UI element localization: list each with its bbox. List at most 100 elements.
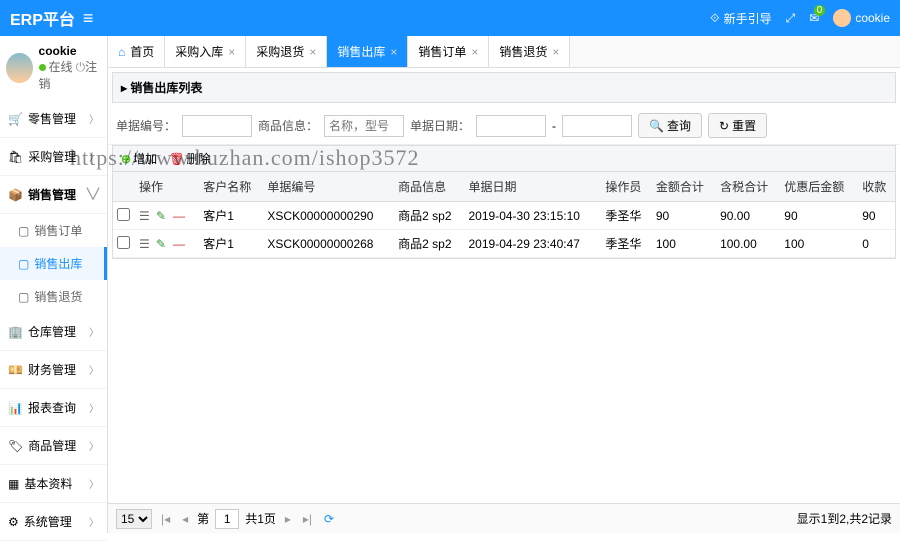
topbar: ERP平台 ≡ ⟐ 新手引导 ⤢ ✉0 cookie [0,0,900,36]
add-button[interactable]: ⊕增加 [121,150,157,167]
delete-button[interactable]: 🗑删除 [169,150,210,167]
column-header: 含税合计 [716,172,780,202]
doc-icon: ▢ [18,224,29,238]
tab[interactable]: 销售退货× [489,36,570,67]
column-header: 客户名称 [199,172,263,202]
pager: 15 |◂ ◂ 第 共1页 ▸ ▸| ⟳ 显示1到2,共2记录 [108,503,900,533]
number-input[interactable] [182,115,252,137]
page-input[interactable] [215,509,239,529]
column-header: 收款 [858,172,895,202]
tab[interactable]: 销售订单× [408,36,489,67]
page-size-select[interactable]: 15 [116,509,152,529]
column-header: 单据日期 [465,172,602,202]
close-icon[interactable]: × [390,45,397,59]
nav-item[interactable]: ⚙系统管理〉 [0,503,107,541]
close-icon[interactable]: × [552,45,559,59]
nav-item[interactable]: 🏷商品管理〉 [0,427,107,465]
delete-row-icon[interactable]: — [173,237,187,251]
row-checkbox[interactable] [117,208,130,221]
nav-icon: ▦ [8,477,19,491]
query-button[interactable]: 🔍 查询 [638,113,702,138]
nav-item[interactable]: 🛒零售管理〉 [0,100,107,138]
sidebar: cookie 在线 ⏻注销 🛒零售管理〉🛍采购管理〉📦销售管理╲╱▢销售订单▢销… [0,36,108,533]
nav-icon: 🛍 [8,150,23,164]
trash-icon: 🗑 [169,152,184,166]
date-to-input[interactable] [562,115,632,137]
close-icon[interactable]: × [309,45,316,59]
menu-toggle-icon[interactable]: ≡ [83,8,94,29]
column-header: 优惠后金额 [780,172,858,202]
msg-badge: 0 [814,5,826,16]
column-header: 金额合计 [652,172,716,202]
brand: ERP平台 [10,6,75,30]
chevron-icon: 〉 [89,111,99,126]
tab[interactable]: 采购入库× [165,36,246,67]
close-icon[interactable]: × [471,45,478,59]
guide-label: 新手引导 [724,10,772,27]
panel-title: ▸ 销售出库列表 [112,72,896,103]
fullscreen-icon[interactable]: ⤢ [786,11,796,26]
doc-icon: ▢ [18,257,29,271]
tab-bar: ⌂首页采购入库×采购退货×销售出库×销售订单×销售退货× [108,36,900,68]
messages-icon[interactable]: ✉0 [809,11,819,25]
tab[interactable]: 销售出库× [327,36,408,67]
nav-item[interactable]: 💴财务管理〉 [0,351,107,389]
status-label: 在线 [49,60,73,74]
column-header: 操作 [135,172,199,202]
table-row[interactable]: ☰✎—客户1XSCK00000000268商品2 sp22019-04-29 2… [113,230,895,258]
number-label: 单据编号： [116,117,176,134]
chevron-icon: 〉 [89,324,99,339]
chevron-icon: 〉 [89,149,99,164]
nav-icon: 🏢 [8,325,23,339]
sidebar-username: cookie [39,44,101,58]
nav-icon: ⚙ [8,515,19,529]
date-label: 单据日期： [410,117,470,134]
column-header [113,172,135,202]
nav-icon: 💴 [8,363,23,377]
topbar-username: cookie [855,11,890,25]
nav-icon: 🏷 [8,439,23,453]
chevron-icon: 〉 [89,362,99,377]
plus-icon: ⊕ [121,152,131,166]
chevron-icon: 〉 [89,438,99,453]
goods-input[interactable] [324,115,404,137]
tab[interactable]: 采购退货× [246,36,327,67]
prev-page-icon[interactable]: ◂ [179,512,191,526]
refresh-icon[interactable]: ⟳ [321,512,337,526]
row-checkbox[interactable] [117,236,130,249]
nav-item[interactable]: 🏢仓库管理〉 [0,313,107,351]
date-from-input[interactable] [476,115,546,137]
tab[interactable]: ⌂首页 [108,36,165,67]
delete-row-icon[interactable]: — [173,209,187,223]
nav-item[interactable]: 📦销售管理╲╱ [0,176,107,214]
nav-item[interactable]: ▦基本资料〉 [0,465,107,503]
next-page-icon[interactable]: ▸ [282,512,294,526]
goods-label: 商品信息： [258,117,318,134]
page-prefix: 第 [197,510,209,527]
close-icon[interactable]: × [228,45,235,59]
user-menu[interactable]: cookie [833,9,890,27]
nav-subitem[interactable]: ▢销售退货 [0,280,107,313]
detail-icon[interactable]: ☰ [139,237,153,251]
first-page-icon[interactable]: |◂ [158,512,173,526]
nav-icon: 🛒 [8,112,23,126]
column-header: 操作员 [601,172,651,202]
nav-item[interactable]: 📊报表查询〉 [0,389,107,427]
nav-subitem[interactable]: ▢销售订单 [0,214,107,247]
edit-icon[interactable]: ✎ [156,237,170,251]
chevron-icon: 〉 [89,514,99,529]
edit-icon[interactable]: ✎ [156,209,170,223]
avatar-icon [833,9,851,27]
data-grid: 操作客户名称单据编号商品信息单据日期操作员金额合计含税合计优惠后金额收款 ☰✎—… [112,172,896,259]
detail-icon[interactable]: ☰ [139,209,153,223]
nav-item[interactable]: 🛍采购管理〉 [0,138,107,176]
total-pages: 共1页 [245,510,276,527]
nav-icon: 📊 [8,401,23,415]
reset-button[interactable]: ↻ 重置 [708,113,767,138]
chevron-icon: ╲╱ [87,189,99,200]
table-row[interactable]: ☰✎—客户1XSCK00000000290商品2 sp22019-04-30 2… [113,202,895,230]
nav-subitem[interactable]: ▢销售出库 [0,247,107,280]
last-page-icon[interactable]: ▸| [300,512,315,526]
guide-link[interactable]: ⟐ 新手引导 [710,10,771,27]
home-icon: ⌂ [118,45,125,59]
